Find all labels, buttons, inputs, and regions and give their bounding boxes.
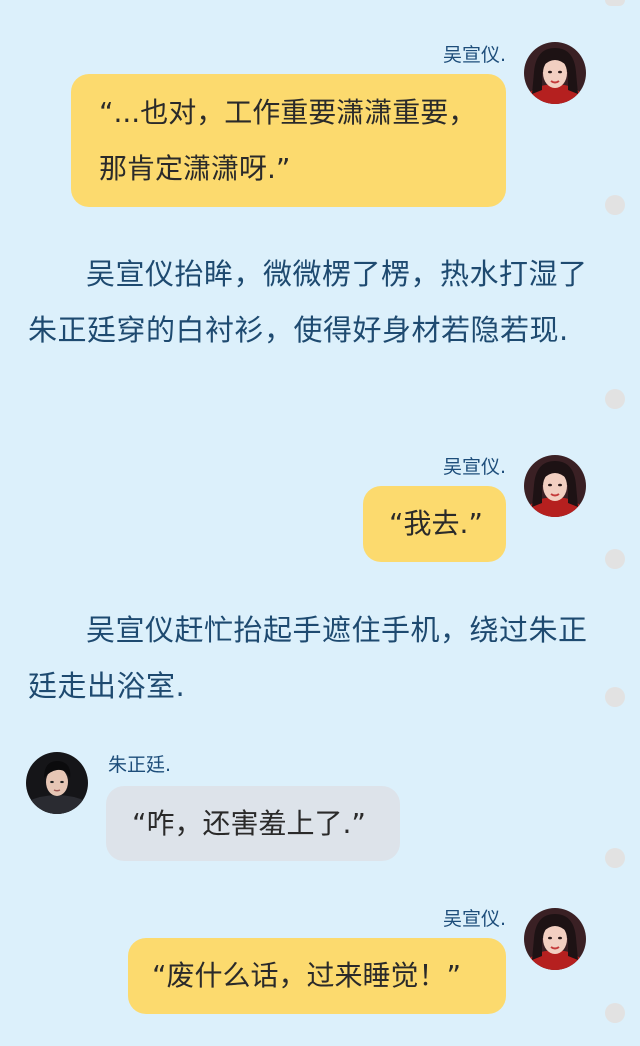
message-bubble[interactable]: “咋，还害羞上了.” [106, 786, 400, 861]
avatar-woman-icon[interactable] [524, 455, 586, 517]
speaker-name: 朱正廷. [108, 754, 172, 776]
scroll-dot [605, 1003, 625, 1023]
avatar-woman-icon[interactable] [524, 42, 586, 104]
speaker-name: 吴宣仪. [442, 456, 506, 478]
scroll-dot [605, 549, 625, 569]
avatar-woman-icon[interactable] [524, 908, 586, 970]
scroll-dot [605, 195, 625, 215]
scroll-dot [605, 687, 625, 707]
chat-story-page: 吴宣仪. “...也对，工作重要潇潇重要，那肯定潇潇呀.” 吴宣仪抬眸，微微楞了… [0, 0, 640, 1046]
message-bubble[interactable]: “...也对，工作重要潇潇重要，那肯定潇潇呀.” [71, 74, 506, 207]
speaker-name: 吴宣仪. [442, 44, 506, 66]
narration-paragraph: 吴宣仪赶忙抬起手遮住手机，绕过朱正廷走出浴室. [28, 613, 588, 703]
message-bubble[interactable]: “废什么话，过来睡觉！” [128, 938, 506, 1014]
message-bubble[interactable]: “我去.” [363, 486, 506, 562]
speaker-name: 吴宣仪. [442, 908, 506, 930]
avatar-man-icon[interactable] [26, 752, 88, 814]
scroll-dot [605, 848, 625, 868]
scroll-dot [605, 0, 625, 6]
scroll-dot [605, 389, 625, 409]
narration-paragraph: 吴宣仪抬眸，微微楞了楞，热水打湿了朱正廷穿的白衬衫，使得好身材若隐若现. [28, 257, 588, 347]
